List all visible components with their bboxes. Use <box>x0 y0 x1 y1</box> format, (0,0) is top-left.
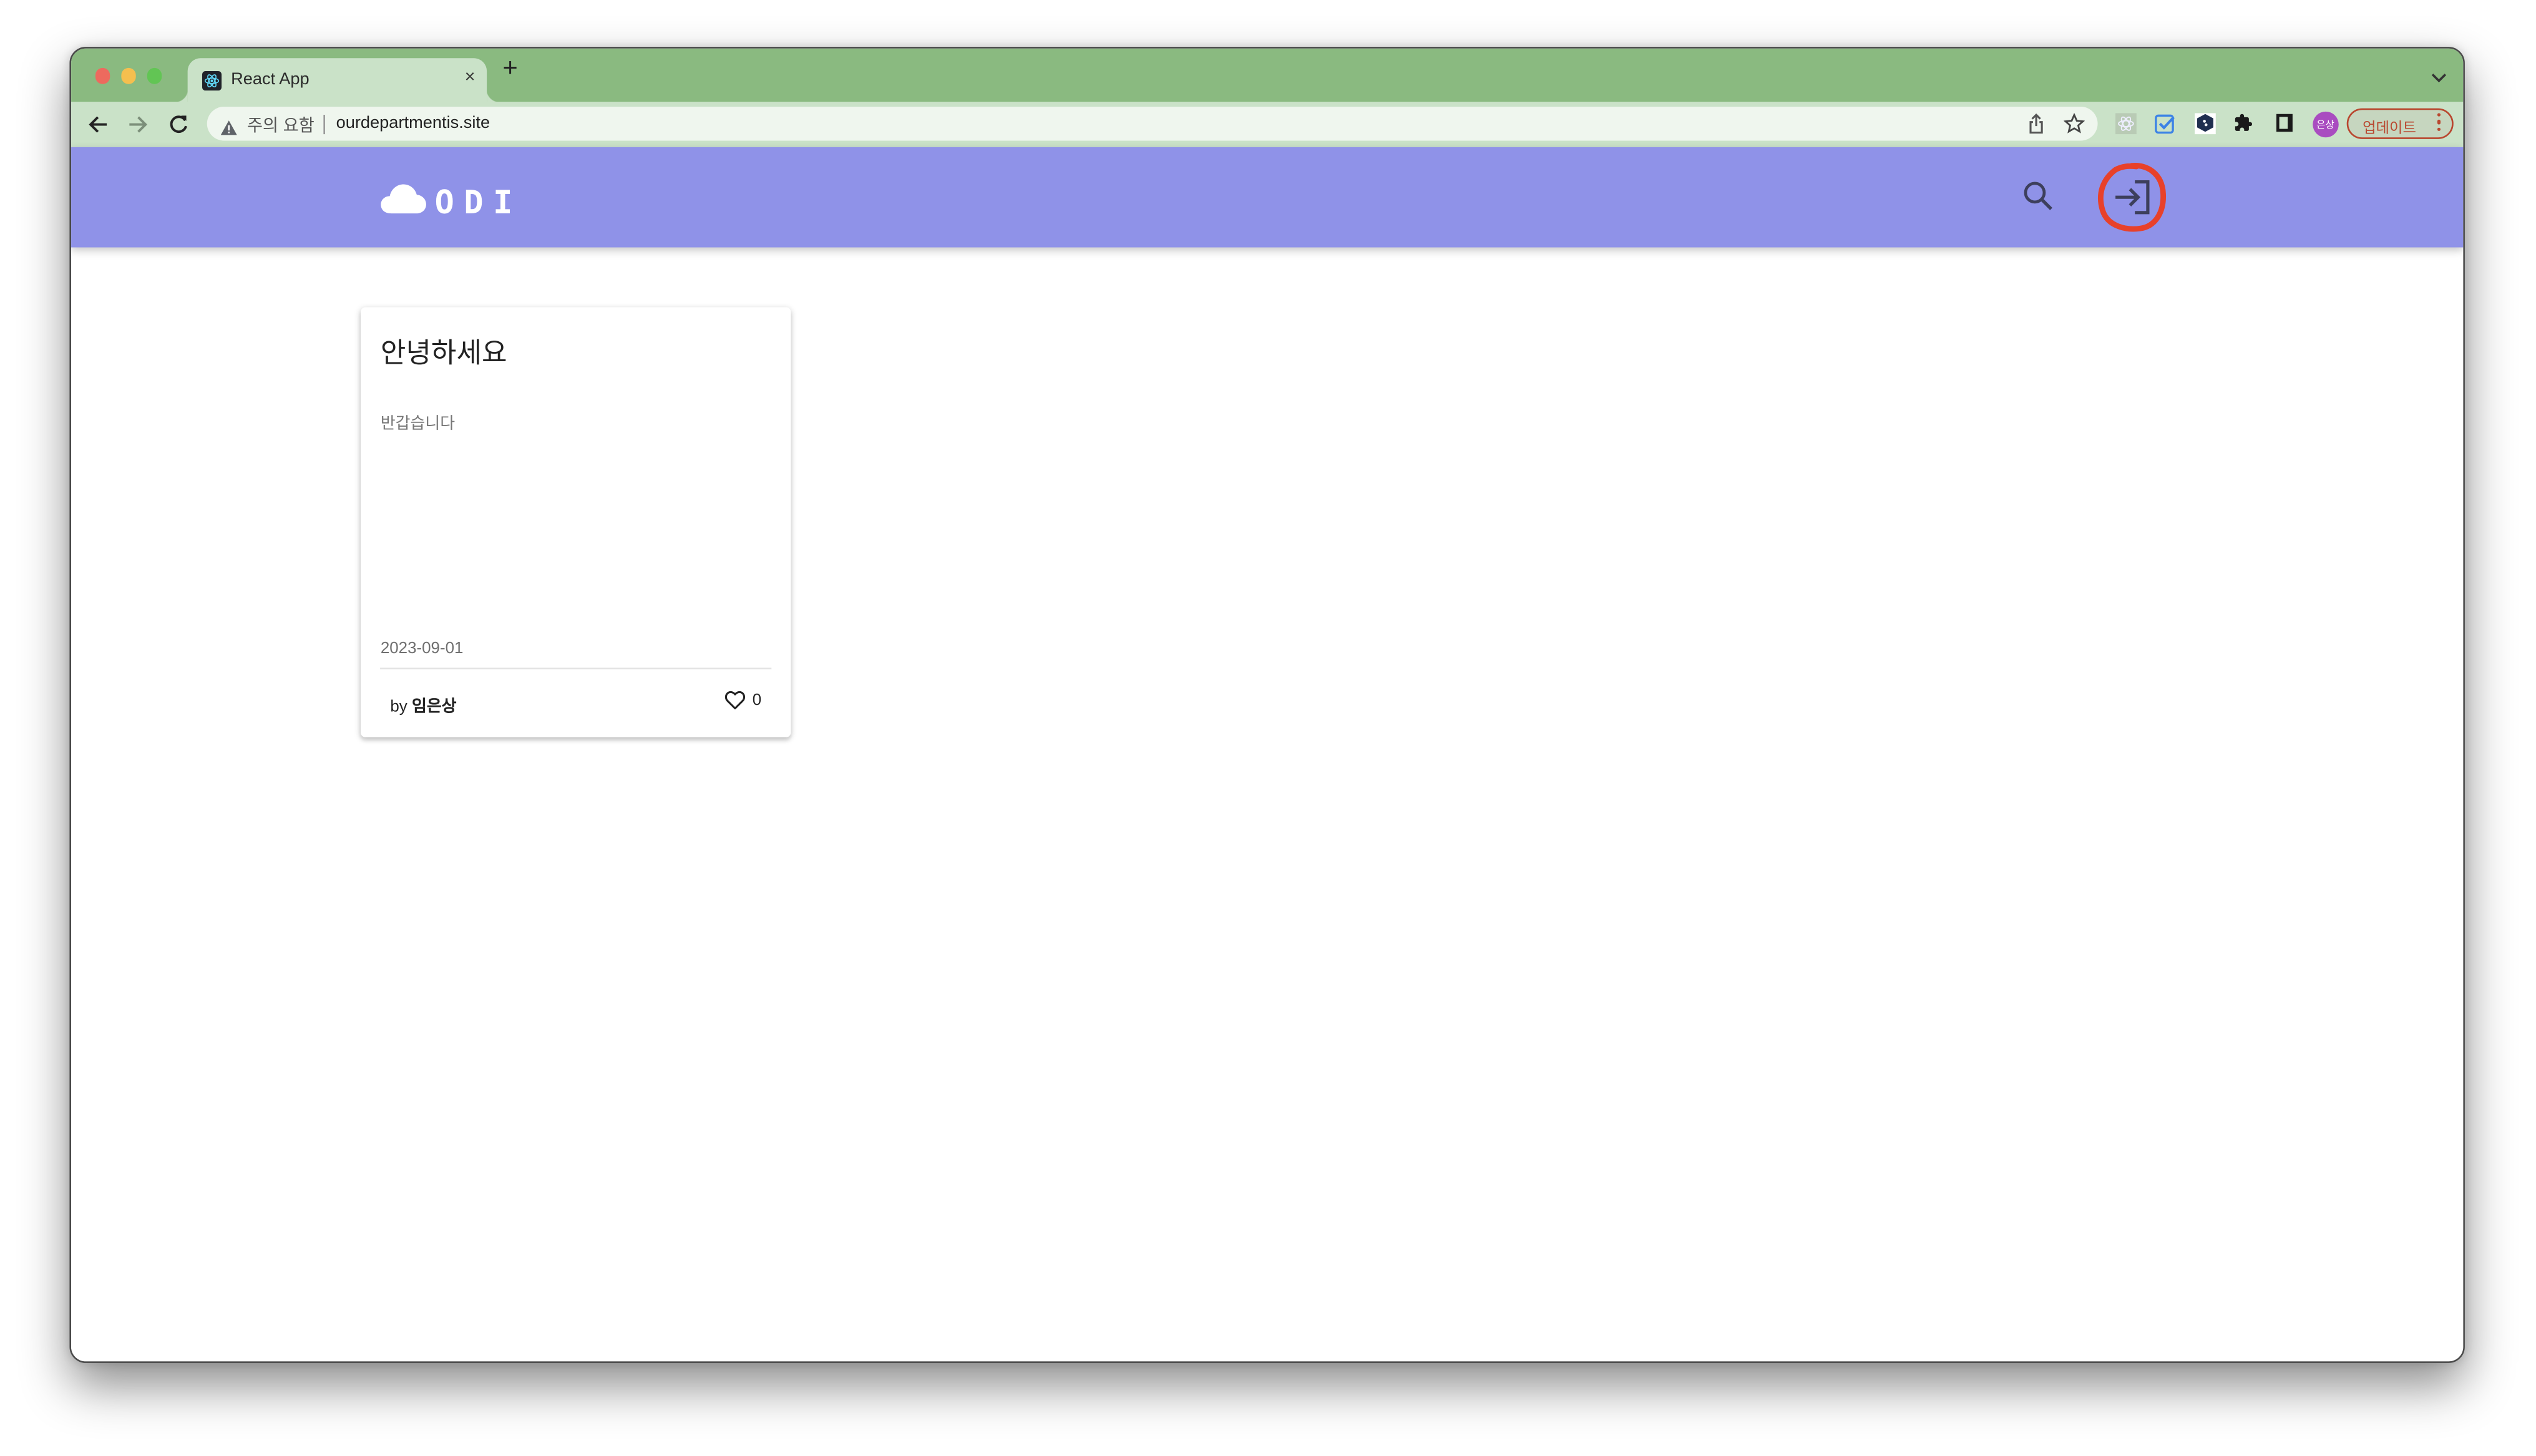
reload-icon <box>170 115 188 133</box>
hexagon-extension-icon[interactable] <box>2194 112 2216 133</box>
warning-triangle-icon[interactable] <box>220 114 238 143</box>
logo-text: ODI <box>434 182 522 221</box>
browser-window: React App × + 주의 요함 ourdepartmentis.site… <box>69 46 2465 1364</box>
post-card[interactable]: 안녕하세요 반갑습니다 2023-09-01 by 임은상 0 <box>361 307 791 737</box>
profile-avatar[interactable]: 은상 <box>2312 110 2339 137</box>
screen: React App × + 주의 요함 ourdepartmentis.site… <box>0 0 2536 1456</box>
url-text[interactable]: ourdepartmentis.site <box>336 113 490 132</box>
back-button[interactable] <box>84 109 113 138</box>
update-button[interactable]: 업데이트 <box>2346 108 2454 139</box>
checkbox-extension-icon[interactable] <box>2154 112 2175 133</box>
card-divider <box>380 667 771 670</box>
search-button[interactable] <box>2020 177 2056 221</box>
address-bar[interactable]: 주의 요함 ourdepartmentis.site <box>207 107 2098 143</box>
kebab-menu-icon <box>2437 113 2442 132</box>
post-author: by 임은상 <box>390 692 457 717</box>
minimize-window-button[interactable] <box>120 67 137 84</box>
login-button[interactable] <box>2112 175 2153 225</box>
search-icon <box>2024 181 2052 210</box>
like-count: 0 <box>752 691 762 709</box>
tab-title: React App <box>231 69 310 89</box>
tab-react-app[interactable]: React App × <box>174 58 500 102</box>
puzzle-icon[interactable] <box>2233 112 2255 133</box>
by-label: by <box>390 698 407 717</box>
main-content: 안녕하세요 반갑습니다 2023-09-01 by 임은상 0 <box>71 247 2464 1362</box>
chevron-down-icon[interactable] <box>2431 62 2447 92</box>
share-icon[interactable] <box>2026 112 2046 142</box>
security-warning-label[interactable]: 주의 요함 <box>247 113 315 137</box>
close-window-button[interactable] <box>95 67 111 84</box>
browser-toolbar: 주의 요함 ourdepartmentis.site 은상 업데이트 <box>71 100 2464 147</box>
cloud-icon <box>380 184 426 214</box>
side-panel-icon[interactable] <box>2274 112 2295 133</box>
author-name: 임은상 <box>411 698 457 717</box>
forward-button[interactable] <box>124 109 154 138</box>
reload-button[interactable] <box>165 109 194 138</box>
arrow-left-icon <box>89 115 107 132</box>
like-button[interactable]: 0 <box>725 691 761 710</box>
post-date: 2023-09-01 <box>380 640 464 658</box>
new-tab-button[interactable]: + <box>503 55 518 84</box>
react-devtools-icon[interactable] <box>2115 112 2137 133</box>
heart-icon <box>725 691 746 710</box>
tab-strip: React App × + <box>71 47 2464 102</box>
post-title: 안녕하세요 <box>380 337 507 369</box>
login-icon <box>2115 179 2149 214</box>
arrow-right-icon <box>130 115 148 132</box>
app-header: ODI <box>71 146 2464 248</box>
react-logo-icon <box>202 71 222 91</box>
maximize-window-button[interactable] <box>147 67 162 84</box>
logo-link[interactable]: ODI <box>380 177 522 221</box>
tab-close-icon[interactable]: × <box>465 67 476 87</box>
update-button-label: 업데이트 <box>2363 119 2416 135</box>
star-icon[interactable] <box>2063 112 2085 142</box>
post-body: 반갑습니다 <box>380 415 456 434</box>
omnibox-separator <box>323 115 324 135</box>
